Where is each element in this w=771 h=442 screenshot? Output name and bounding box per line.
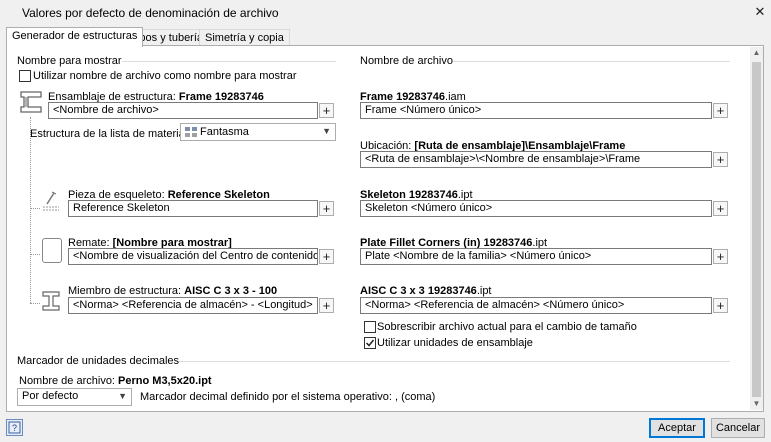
member-filename-ext: .ipt bbox=[476, 285, 492, 297]
skeleton-display-field[interactable]: Reference Skeleton bbox=[68, 200, 318, 217]
section-divider bbox=[153, 361, 730, 362]
member-label-value: AISC C 3 x 3 - 100 bbox=[184, 285, 278, 297]
svg-text:?: ? bbox=[12, 423, 17, 433]
window-title: Valores por defecto de denominación de a… bbox=[22, 6, 279, 20]
member-display-label: Miembro de estructura: AISC C 3 x 3 - 10… bbox=[68, 285, 277, 297]
member-label-prefix: Miembro de estructura: bbox=[68, 285, 185, 297]
phantom-bom-icon bbox=[185, 127, 197, 137]
section-title-file-name: Nombre de archivo bbox=[360, 55, 453, 67]
decimal-filename-value: Perno M3,5x20.ipt bbox=[118, 375, 212, 387]
checkmark-icon bbox=[365, 339, 375, 347]
section-title-decimal: Marcador de unidades decimales bbox=[17, 355, 180, 367]
member-filename-add-button[interactable]: + bbox=[713, 298, 728, 313]
location-add-button[interactable]: + bbox=[713, 152, 728, 167]
decimal-marker-value: Por defecto bbox=[22, 390, 79, 402]
assembly-filename-field[interactable]: Frame <Número único> bbox=[360, 102, 712, 119]
scroll-down-icon[interactable]: ▼ bbox=[750, 399, 763, 408]
accept-button[interactable]: Aceptar bbox=[649, 418, 705, 438]
skeleton-filename-field[interactable]: Skeleton <Número único> bbox=[360, 200, 712, 217]
member-display-add-button[interactable]: + bbox=[319, 298, 334, 313]
tab-generador-estructuras[interactable]: Generador de estructuras bbox=[6, 27, 144, 47]
help-icon[interactable]: ? bbox=[6, 419, 23, 436]
member-filename-name: AISC C 3 x 3 19283746 bbox=[360, 285, 477, 297]
skeleton-display-add-button[interactable]: + bbox=[319, 201, 334, 216]
endcap-display-field[interactable]: <Nombre de visualización del Centro de c… bbox=[68, 248, 318, 265]
i-beam-icon bbox=[42, 291, 60, 311]
bom-structure-value: Fantasma bbox=[200, 126, 249, 138]
assembly-filename-add-button[interactable]: + bbox=[713, 103, 728, 118]
skeleton-part-icon bbox=[43, 191, 59, 211]
use-filename-checkbox[interactable] bbox=[19, 70, 31, 82]
decimal-filename-label: Nombre de archivo: Perno M3,5x20.ipt bbox=[19, 375, 212, 387]
frame-assembly-icon bbox=[20, 91, 42, 113]
tree-connector bbox=[30, 303, 40, 304]
assembly-units-label: Utilizar unidades de ensamblaje bbox=[377, 337, 533, 349]
chevron-down-icon: ▼ bbox=[322, 126, 331, 136]
location-field[interactable]: <Ruta de ensamblaje>\<Nombre de ensambla… bbox=[360, 151, 712, 168]
decimal-marker-select[interactable]: Por defecto ▼ bbox=[17, 388, 132, 406]
tree-connector bbox=[30, 208, 40, 209]
member-display-field[interactable]: <Norma> <Referencia de almacén> - <Longi… bbox=[68, 297, 318, 314]
end-cap-icon bbox=[42, 238, 62, 263]
decimal-filename-prefix: Nombre de archivo: bbox=[19, 375, 119, 387]
member-filename-field[interactable]: <Norma> <Referencia de almacén> <Número … bbox=[360, 297, 712, 314]
skeleton-filename-add-button[interactable]: + bbox=[713, 201, 728, 216]
overwrite-label: Sobrescribir archivo actual para el camb… bbox=[377, 321, 637, 333]
endcap-display-add-button[interactable]: + bbox=[319, 249, 334, 264]
assembly-display-add-button[interactable]: + bbox=[319, 103, 334, 118]
section-title-display-name: Nombre para mostrar bbox=[17, 55, 122, 67]
section-divider bbox=[108, 61, 336, 62]
decimal-note: Marcador decimal definido por el sistema… bbox=[140, 391, 436, 403]
endcap-filename-field[interactable]: Plate <Nombre de la familia> <Número úni… bbox=[360, 248, 712, 265]
close-icon[interactable]: ✕ bbox=[752, 4, 768, 20]
tab-simetria-copia[interactable]: Simetría y copia bbox=[199, 29, 290, 45]
member-filename-label: AISC C 3 x 3 19283746.ipt bbox=[360, 285, 492, 297]
overwrite-checkbox[interactable] bbox=[364, 321, 376, 333]
endcap-filename-add-button[interactable]: + bbox=[713, 249, 728, 264]
bom-structure-label: Estructura de la lista de materiales bbox=[30, 128, 199, 140]
assembly-display-field[interactable]: <Nombre de archivo> bbox=[48, 102, 318, 119]
scroll-up-icon[interactable]: ▲ bbox=[750, 48, 763, 57]
assembly-units-checkbox[interactable] bbox=[364, 337, 376, 349]
section-divider bbox=[444, 61, 730, 62]
bom-structure-select[interactable]: Fantasma ▼ bbox=[180, 123, 336, 141]
scrollbar-thumb[interactable] bbox=[752, 62, 761, 397]
cancel-button[interactable]: Cancelar bbox=[711, 418, 765, 438]
tree-connector bbox=[30, 254, 40, 255]
chevron-down-icon: ▼ bbox=[118, 391, 127, 401]
use-filename-label: Utilizar nombre de archivo como nombre p… bbox=[33, 70, 297, 82]
tree-connector bbox=[30, 117, 31, 303]
